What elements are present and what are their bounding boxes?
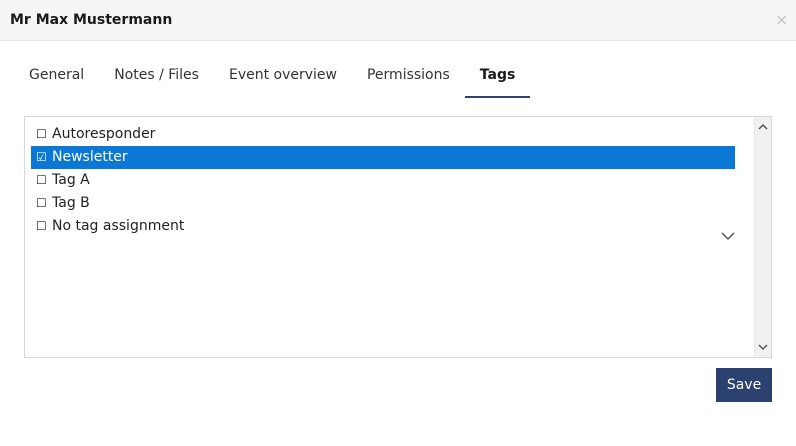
dialog-title: Mr Max Mustermann: [10, 12, 173, 28]
tab-notes-files[interactable]: Notes / Files: [99, 58, 214, 98]
tag-label: Newsletter: [52, 149, 128, 165]
dialog-header: Mr Max Mustermann ×: [0, 0, 796, 41]
scroll-down-icon[interactable]: [757, 341, 769, 353]
list-scrollbar[interactable]: [754, 117, 771, 357]
checkbox-icon[interactable]: ☐: [36, 169, 48, 192]
tags-listbox[interactable]: ☐ Autoresponder ☑ Newsletter ☐ Tag A ☐ Tag B…: [24, 116, 772, 358]
tab-event-overview[interactable]: Event overview: [214, 58, 352, 98]
checkbox-icon[interactable]: ☐: [36, 192, 48, 215]
checkbox-icon[interactable]: ☐: [36, 123, 48, 146]
close-icon[interactable]: ×: [775, 10, 788, 30]
tab-general[interactable]: General: [14, 58, 99, 98]
tag-label: Tag B: [52, 195, 90, 211]
tag-label: Autoresponder: [52, 126, 156, 142]
checkbox-icon[interactable]: ☑: [36, 146, 48, 169]
tags-list: ☐ Autoresponder ☑ Newsletter ☐ Tag A ☐ Tag B…: [31, 123, 735, 238]
tag-item-newsletter[interactable]: ☑ Newsletter: [31, 146, 735, 169]
tag-item-tag-a[interactable]: ☐ Tag A: [31, 169, 735, 192]
tab-tags[interactable]: Tags: [464, 58, 531, 98]
tag-label: Tag A: [52, 172, 90, 188]
contact-dialog: Mr Max Mustermann × General Notes / File…: [0, 0, 796, 446]
scroll-up-icon[interactable]: [757, 121, 769, 133]
chevron-down-icon[interactable]: [720, 229, 736, 243]
tag-label: No tag assignment: [52, 218, 185, 234]
tag-item-no-tag-assignment[interactable]: ☐ No tag assignment: [31, 215, 735, 238]
tab-bar: General Notes / Files Event overview Per…: [14, 58, 531, 98]
save-button[interactable]: Save: [716, 368, 772, 402]
tab-permissions[interactable]: Permissions: [352, 58, 465, 98]
tag-item-autoresponder[interactable]: ☐ Autoresponder: [31, 123, 735, 146]
tag-item-tag-b[interactable]: ☐ Tag B: [31, 192, 735, 215]
checkbox-icon[interactable]: ☐: [36, 215, 48, 238]
